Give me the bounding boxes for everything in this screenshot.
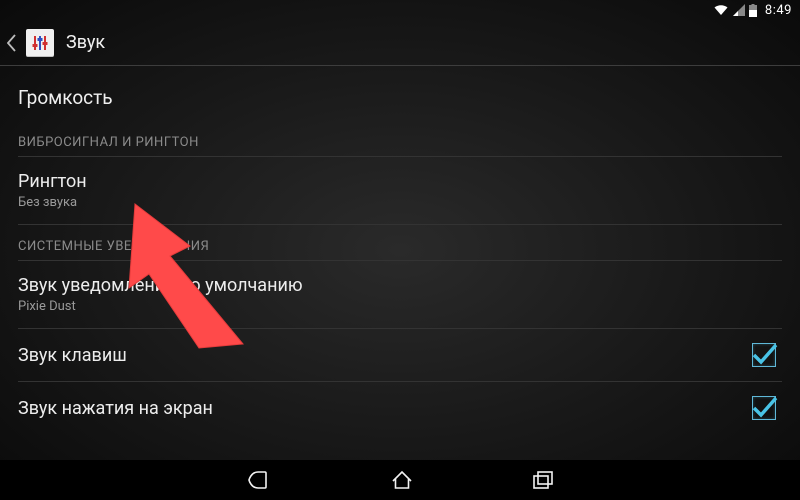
row-default-notification-title: Звук уведомлений по умолчанию	[18, 275, 782, 296]
nav-recent-icon[interactable]	[533, 470, 553, 490]
row-volume-label: Громкость	[18, 86, 113, 109]
signal-icon	[733, 4, 745, 16]
row-touch-sounds[interactable]: Звук нажатия на экран	[18, 382, 782, 434]
row-default-notification-sub: Pixie Dust	[18, 299, 782, 314]
checkbox-key-sounds[interactable]	[752, 343, 776, 367]
checkbox-touch-sounds[interactable]	[752, 396, 776, 420]
section-system-notifications: СИСТЕМНЫЕ УВЕДОМЛЕНИЯ	[18, 225, 782, 261]
back-icon[interactable]	[4, 31, 20, 55]
row-touch-sounds-label: Звук нажатия на экран	[18, 398, 213, 419]
row-key-sounds[interactable]: Звук клавиш	[18, 329, 782, 382]
row-default-notification[interactable]: Звук уведомлений по умолчанию Pixie Dust	[18, 261, 782, 329]
navigation-bar	[0, 460, 800, 500]
action-bar: Звук	[0, 20, 800, 66]
page-title: Звук	[66, 32, 105, 53]
row-key-sounds-label: Звук клавиш	[18, 345, 127, 366]
row-ringtone-sub: Без звука	[18, 195, 782, 210]
status-bar: 8:49	[0, 0, 800, 20]
sound-settings-icon[interactable]	[26, 29, 54, 57]
nav-back-icon[interactable]	[247, 470, 271, 490]
row-volume[interactable]: Громкость	[18, 66, 782, 121]
clock: 8:49	[765, 3, 792, 18]
section-vibrate-ringtone: ВИБРОСИГНАЛ И РИНГТОН	[18, 121, 782, 157]
nav-home-icon[interactable]	[391, 470, 413, 490]
settings-list: Громкость ВИБРОСИГНАЛ И РИНГТОН Рингтон …	[0, 66, 800, 434]
row-ringtone[interactable]: Рингтон Без звука	[18, 157, 782, 225]
row-ringtone-title: Рингтон	[18, 171, 782, 192]
battery-icon	[749, 4, 757, 17]
wifi-icon	[713, 4, 729, 16]
